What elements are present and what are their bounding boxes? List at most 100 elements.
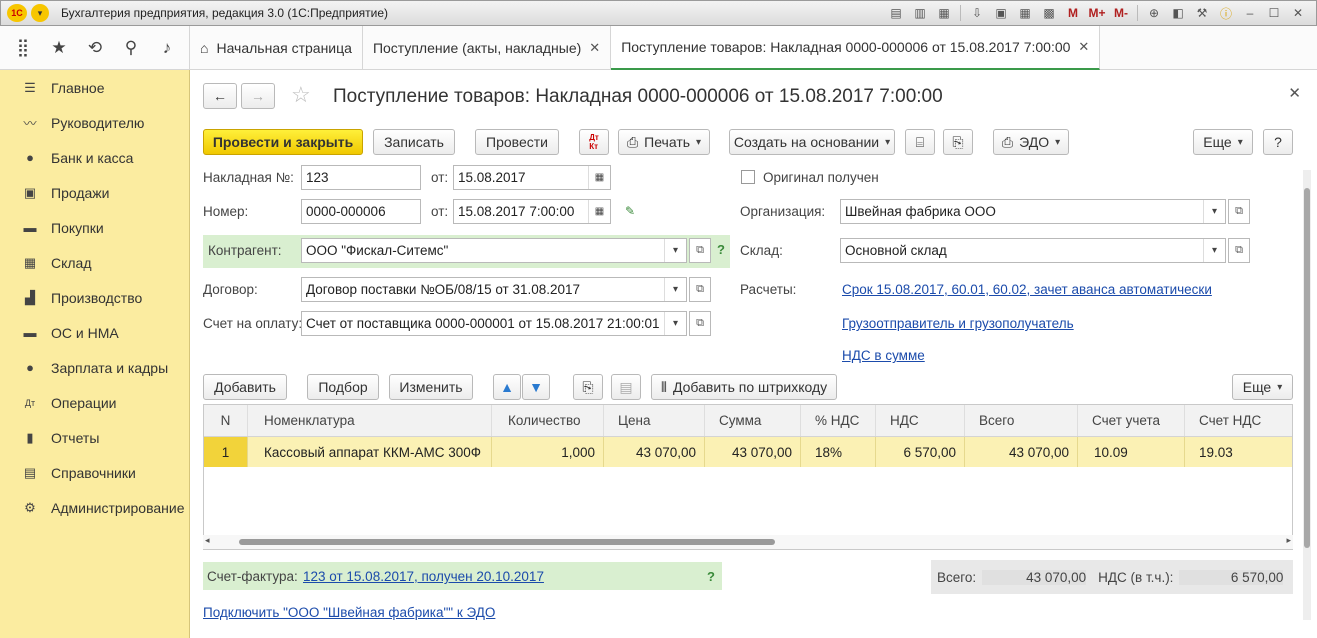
open-counterparty-icon[interactable]: ⧉ [689, 238, 711, 263]
memory-icon[interactable]: M [1063, 4, 1083, 22]
org-field[interactable]: Швейная фабрика ООО ▾ [840, 199, 1226, 224]
move-down-icon[interactable]: ▼ [522, 374, 550, 400]
help-icon[interactable]: ? [717, 242, 725, 257]
payment-field[interactable]: Счет от поставщика 0000-000001 от 15.08.… [301, 311, 687, 336]
select-button[interactable]: Подбор [307, 374, 379, 400]
copy-row-icon[interactable]: ⎘ [573, 374, 603, 400]
print-icon[interactable]: ▥ [910, 4, 930, 22]
chevron-down-icon[interactable]: ▾ [664, 278, 686, 301]
consignor-link[interactable]: Грузоотправитель и грузополучатель [842, 316, 1074, 331]
debit-credit-icon[interactable]: Дт Кт [579, 129, 609, 155]
col-total[interactable]: Всего [965, 405, 1078, 436]
history-icon[interactable]: ⟲ [80, 33, 110, 63]
sidebar-item-reports[interactable]: ▮ Отчеты [0, 420, 189, 455]
help-button[interactable]: ? [1263, 129, 1293, 155]
edo-connect-link[interactable]: Подключить "ООО "Швейная фабрика"" к ЭДО [203, 605, 495, 620]
post-and-close-button[interactable]: Провести и закрыть [203, 129, 363, 155]
col-vat[interactable]: НДС [876, 405, 965, 436]
sidebar-item-manager[interactable]: 〰 Руководителю [0, 105, 189, 140]
close-tab-icon[interactable]: ✕ [589, 40, 600, 56]
vat-link[interactable]: НДС в сумме [842, 348, 925, 363]
add-by-barcode-button[interactable]: ⦀ Добавить по штрихкоду [651, 374, 837, 400]
chevron-down-icon[interactable]: ▾ [1203, 239, 1225, 262]
open-warehouse-icon[interactable]: ⧉ [1228, 238, 1250, 263]
sidebar-item-salary[interactable]: ● Зарплата и кадры [0, 350, 189, 385]
sidebar-item-main[interactable]: ☰ Главное [0, 70, 189, 105]
col-quantity[interactable]: Количество [492, 405, 604, 436]
table-row[interactable]: 1 Кассовый аппарат ККМ-АМС 300Ф 1,000 43… [204, 437, 1292, 467]
close-window-icon[interactable]: ✕ [1288, 4, 1308, 22]
table-more-button[interactable]: Еще [1232, 374, 1293, 400]
write-button[interactable]: Записать [373, 129, 455, 155]
horizontal-scrollbar[interactable]: ◂ ▸ [203, 535, 1293, 549]
minimize-icon[interactable]: – [1240, 4, 1260, 22]
col-price[interactable]: Цена [604, 405, 705, 436]
sidebar-item-sales[interactable]: ▣ Продажи [0, 175, 189, 210]
chevron-down-icon[interactable]: ▾ [1203, 200, 1225, 223]
sidebar-item-operations[interactable]: Дт Операции [0, 385, 189, 420]
tab-home[interactable]: ⌂ Начальная страница [190, 26, 363, 70]
forward-button[interactable]: → [241, 83, 275, 109]
back-button[interactable]: ← [203, 83, 237, 109]
download-icon[interactable]: ⇩ [967, 4, 987, 22]
structure-icon[interactable]: ⌸ [905, 129, 935, 155]
scroll-thumb[interactable] [1304, 188, 1310, 548]
add-row-button[interactable]: Добавить [203, 374, 287, 400]
scroll-right-icon[interactable]: ▸ [1286, 535, 1291, 546]
main-menu-button[interactable]: ▾ [31, 4, 49, 22]
save-icon[interactable]: ▤ [886, 4, 906, 22]
sidebar-item-production[interactable]: ▟ Производство [0, 280, 189, 315]
open-org-icon[interactable]: ⧉ [1228, 199, 1250, 224]
search-icon[interactable]: ⚲ [116, 33, 146, 63]
wrench-icon[interactable]: ⚒ [1192, 4, 1212, 22]
original-checkbox[interactable] [741, 170, 755, 184]
col-vat-rate[interactable]: % НДС [801, 405, 876, 436]
scroll-left-icon[interactable]: ◂ [205, 535, 210, 546]
col-account[interactable]: Счет учета [1078, 405, 1185, 436]
sidebar-item-purchases[interactable]: ▬ Покупки [0, 210, 189, 245]
memory-plus-icon[interactable]: M+ [1087, 4, 1107, 22]
contract-field[interactable]: Договор поставки №ОБ/08/15 от 31.08.2017… [301, 277, 687, 302]
col-n[interactable]: N [204, 405, 248, 436]
close-tab-icon[interactable]: ✕ [1078, 39, 1089, 55]
close-form-icon[interactable]: ✕ [1288, 84, 1301, 102]
sidebar-item-warehouse[interactable]: ▦ Склад [0, 245, 189, 280]
col-nomenclature[interactable]: Номенклатура [248, 405, 492, 436]
open-contract-icon[interactable]: ⧉ [689, 277, 711, 302]
invoice-no-field[interactable]: 123 [301, 165, 421, 190]
memory-minus-icon[interactable]: M- [1111, 4, 1131, 22]
move-up-icon[interactable]: ▲ [493, 374, 521, 400]
preview-icon[interactable]: ▦ [934, 4, 954, 22]
create-based-button[interactable]: Создать на основании [729, 129, 895, 155]
panel-icon[interactable]: ◧ [1168, 4, 1188, 22]
calc-icon[interactable]: ▦ [1015, 4, 1035, 22]
vertical-scrollbar[interactable] [1303, 170, 1311, 620]
invoice-help-icon[interactable]: ? [707, 569, 715, 584]
number-field[interactable]: 0000-000006 [301, 199, 421, 224]
tab-receipts[interactable]: Поступление (акты, накладные) ✕ [363, 26, 612, 70]
post-button[interactable]: Провести [475, 129, 559, 155]
sidebar-item-bank[interactable]: ● Банк и касса [0, 140, 189, 175]
apps-grid-icon[interactable]: ⣿ [8, 33, 38, 63]
attach-icon[interactable]: ⎘ [943, 129, 973, 155]
print-button[interactable]: ⎙ Печать [618, 129, 710, 155]
col-vat-account[interactable]: Счет НДС [1185, 405, 1292, 436]
printer2-icon[interactable]: ▣ [991, 4, 1011, 22]
counterparty-field[interactable]: ООО "Фискал-Ситемс" ▾ [301, 238, 687, 263]
more-button[interactable]: Еще [1193, 129, 1253, 155]
edit-number-icon[interactable]: ✎ [625, 204, 635, 218]
warehouse-field[interactable]: Основной склад ▾ [840, 238, 1226, 263]
zoom-icon[interactable]: ⊕ [1144, 4, 1164, 22]
edo-button[interactable]: ⎙ ЭДО [993, 129, 1069, 155]
favorites-star-icon[interactable]: ★ [44, 33, 74, 63]
sidebar-item-admin[interactable]: ⚙ Администрирование [0, 490, 189, 525]
invoice-link[interactable]: 123 от 15.08.2017, получен 20.10.2017 [303, 569, 544, 584]
favorite-star-icon[interactable]: ☆ [291, 82, 311, 108]
calendar-icon[interactable]: ▩ [1039, 4, 1059, 22]
sidebar-item-catalogs[interactable]: ▤ Справочники [0, 455, 189, 490]
calendar-icon[interactable]: ▦ [588, 200, 610, 223]
number-date-field[interactable]: 15.08.2017 7:00:00 ▦ [453, 199, 611, 224]
edit-button[interactable]: Изменить [389, 374, 473, 400]
sidebar-item-assets[interactable]: ▬ ОС и НМА [0, 315, 189, 350]
info-icon[interactable]: ⓘ [1216, 4, 1236, 22]
